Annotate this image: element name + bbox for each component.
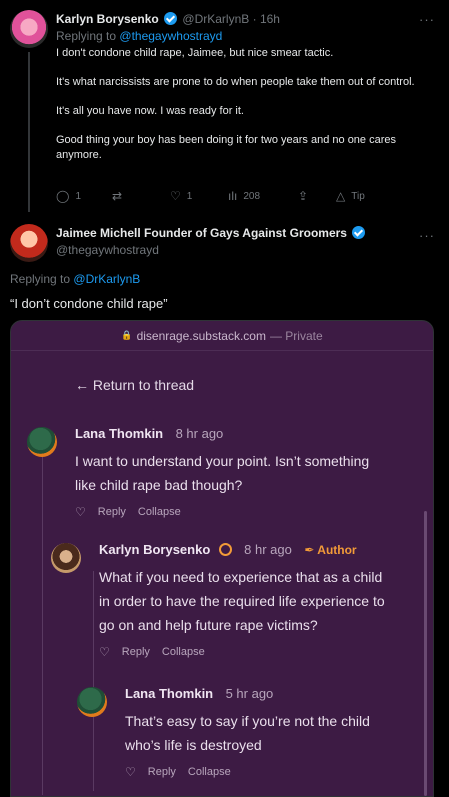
- avatar[interactable]: [10, 224, 48, 262]
- comment-actions: ♡ Reply Collapse: [125, 765, 425, 779]
- views-icon: ılı: [228, 189, 238, 203]
- tweet-text: “I don’t condone child rape”: [10, 296, 168, 311]
- return-to-thread-link[interactable]: ← Return to thread: [75, 377, 194, 393]
- heart-icon[interactable]: ♡: [99, 645, 110, 659]
- replying-label: Replying to: [56, 29, 117, 43]
- retweet-icon: ⇄: [112, 189, 123, 203]
- verified-badge-icon: [218, 543, 232, 556]
- comment-text: That’s easy to say if you’re not the chi…: [125, 709, 425, 757]
- tweet-karlyn: ··· Karlyn Borysenko @DrKarlynB · 16h Re…: [0, 0, 449, 214]
- like-count: 1: [186, 190, 193, 202]
- heart-icon[interactable]: ♡: [125, 765, 136, 779]
- author-name[interactable]: Karlyn Borysenko: [56, 12, 159, 26]
- comment-author[interactable]: Lana Thomkin: [125, 686, 213, 701]
- author-handle[interactable]: @thegaywhostrayd: [56, 243, 367, 257]
- comment-actions: ♡ Reply Collapse: [75, 505, 415, 519]
- comment-actions: ♡ Reply Collapse: [99, 645, 429, 659]
- avatar[interactable]: [10, 10, 48, 48]
- tweet-actions: ◯ 1 ⇄ ♡ 1 ılı 208 ⇪ △ Tip: [56, 189, 386, 209]
- tip-icon: △: [336, 189, 346, 203]
- reply-button[interactable]: Reply: [148, 766, 176, 778]
- avatar[interactable]: [51, 543, 81, 573]
- tweet-paragraph: I don't condone child rape, Jaimee, but …: [56, 47, 334, 59]
- comment-line: What if you need to experience that as a…: [99, 569, 383, 585]
- tweet-paragraph: It's what narcissists are prone to do wh…: [56, 76, 415, 88]
- pen-icon: ✒: [304, 543, 315, 557]
- scrollbar[interactable]: [424, 511, 427, 796]
- tip-button[interactable]: △ Tip: [336, 189, 365, 203]
- comment-line: in order to have the required life exper…: [99, 593, 385, 609]
- comment-author[interactable]: Lana Thomkin: [75, 426, 163, 441]
- tweet-paragraph: It's all you have now. I was ready for i…: [56, 105, 244, 117]
- comment-time[interactable]: 8 hr ago: [244, 542, 292, 557]
- tweet-text: I don't condone child rape, Jaimee, but …: [56, 46, 426, 163]
- collapse-button[interactable]: Collapse: [138, 506, 181, 518]
- heart-icon: ♡: [170, 189, 181, 203]
- verified-badge-icon: [352, 226, 366, 239]
- view-count: 208: [243, 190, 261, 202]
- avatar[interactable]: [27, 427, 57, 457]
- retweet-button[interactable]: ⇄: [112, 189, 122, 203]
- views-button[interactable]: ılı 208: [228, 189, 260, 203]
- replying-to-link[interactable]: @thegaywhostrayd: [119, 29, 222, 43]
- comment-author[interactable]: Karlyn Borysenko: [99, 542, 210, 557]
- collapse-button[interactable]: Collapse: [162, 646, 205, 658]
- like-button[interactable]: ♡ 1: [170, 189, 192, 203]
- tweet-header: Karlyn Borysenko @DrKarlynB · 16h: [56, 12, 426, 28]
- author-name[interactable]: Jaimee Michell Founder of Gays Against G…: [56, 226, 347, 240]
- heart-icon[interactable]: ♡: [75, 505, 86, 519]
- comment-thread-line: [93, 571, 94, 791]
- share-button[interactable]: ⇪: [298, 189, 308, 203]
- reply-count: 1: [75, 190, 81, 202]
- author-name-row: Jaimee Michell Founder of Gays Against G…: [56, 226, 367, 240]
- comment-time[interactable]: 8 hr ago: [176, 426, 224, 441]
- comment-line: who’s life is destroyed: [125, 737, 262, 753]
- author-badge: ✒ Author: [304, 543, 356, 557]
- privacy-label: — Private: [269, 328, 323, 343]
- collapse-button[interactable]: Collapse: [188, 766, 231, 778]
- comment-thread-line: [42, 455, 43, 795]
- reply-icon: ◯: [56, 189, 70, 203]
- url-domain: disenrage.substack.com: [136, 328, 266, 343]
- comment-text: What if you need to experience that as a…: [99, 565, 429, 637]
- more-options-icon[interactable]: ···: [419, 228, 435, 243]
- share-icon: ⇪: [298, 189, 309, 203]
- comment-line: go on and help future rape victims?: [99, 617, 318, 633]
- browser-address-bar: 🔒 disenrage.substack.com — Private: [11, 321, 433, 351]
- replying-to: Replying to @thegaywhostrayd: [56, 29, 426, 43]
- reply-button[interactable]: Reply: [98, 506, 126, 518]
- tip-label: Tip: [351, 190, 365, 202]
- reply-button[interactable]: Reply: [122, 646, 150, 658]
- comment-text: I want to understand your point. Isn’t s…: [75, 449, 415, 497]
- comment-time[interactable]: 5 hr ago: [226, 686, 274, 701]
- author-handle[interactable]: @DrKarlynB: [182, 12, 249, 26]
- reply-button[interactable]: ◯ 1: [56, 189, 81, 203]
- lock-icon: 🔒: [121, 330, 133, 340]
- replying-to: Replying to @DrKarlynB: [10, 272, 140, 286]
- replying-to-link[interactable]: @DrKarlynB: [73, 272, 140, 286]
- comment-line: like child rape bad though?: [75, 477, 243, 493]
- tweet-paragraph: Good thing your boy has been doing it fo…: [56, 134, 396, 161]
- verified-badge-icon: [164, 12, 178, 25]
- avatar[interactable]: [77, 687, 107, 717]
- embedded-image[interactable]: 🔒 disenrage.substack.com — Private ← Ret…: [10, 320, 434, 797]
- comment-line: That’s easy to say if you’re not the chi…: [125, 713, 370, 729]
- comment-line: I want to understand your point. Isn’t s…: [75, 453, 370, 469]
- tweet-time[interactable]: · 16h: [253, 12, 280, 26]
- author-badge-label: Author: [317, 543, 357, 557]
- thread-line: [28, 52, 30, 212]
- replying-label: Replying to: [10, 272, 71, 286]
